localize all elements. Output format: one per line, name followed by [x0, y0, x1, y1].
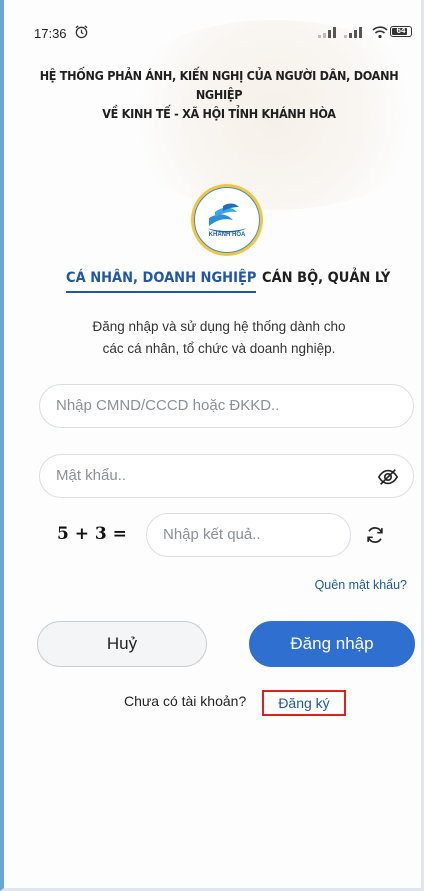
description-line-2: các cá nhân, tổ chức và doanh nghiệp.	[102, 341, 336, 356]
password-field[interactable]: Mật khẩu..	[39, 454, 414, 498]
cancel-button[interactable]: Huỷ	[37, 621, 207, 667]
app-screen: 17:36 64 HỆ THỐNG PHẢN ÁNH, KIẾN NGHỊ CỦ…	[0, 0, 424, 891]
description-line-1: Đăng nhập và sử dụng hệ thống dành cho	[92, 319, 346, 334]
forgot-password-link[interactable]: Quên mật khẩu?	[315, 578, 407, 592]
signup-link[interactable]: Đăng ký	[262, 690, 346, 716]
battery-level: 64	[396, 26, 406, 35]
app-logo: KHÁNH HÒA	[191, 184, 263, 256]
page-title: HỆ THỐNG PHẢN ÁNH, KIẾN NGHỊ CỦA NGƯỜI D…	[30, 66, 408, 123]
logo-swallows-icon	[207, 203, 247, 233]
logo-text: KHÁNH HÒA	[208, 232, 246, 238]
refresh-captcha-icon[interactable]	[364, 524, 386, 546]
status-time: 17:36	[34, 26, 67, 41]
title-line-2: VỀ KINH TẾ - XÃ HỘI TỈNH KHÁNH HÒA	[102, 106, 336, 121]
wifi-icon	[372, 26, 388, 39]
title-line-1: HỆ THỐNG PHẢN ÁNH, KIẾN NGHỊ CỦA NGƯỜI D…	[39, 68, 399, 102]
id-number-field[interactable]: Nhập CMND/CCCD hoặc ĐKKD..	[39, 384, 414, 428]
signal-icon	[318, 27, 336, 38]
captcha-question: 5 + 3 =	[57, 524, 127, 544]
login-description: Đăng nhập và sử dụng hệ thống dành cho c…	[34, 316, 404, 360]
password-placeholder: Mật khẩu..	[56, 467, 127, 484]
alarm-icon	[75, 25, 88, 39]
tab-official-manager[interactable]: CÁN BỘ, QUẢN LÝ	[262, 270, 390, 286]
battery-icon: 64	[390, 26, 412, 37]
captcha-answer-field[interactable]: Nhập kết quả..	[146, 513, 351, 557]
status-bar: 17:36 64	[4, 0, 421, 52]
signup-question: Chưa có tài khoản?	[124, 693, 247, 709]
login-button[interactable]: Đăng nhập	[249, 621, 415, 667]
eye-off-icon[interactable]	[377, 466, 399, 488]
captcha-answer-placeholder: Nhập kết quả..	[163, 526, 261, 543]
id-number-placeholder: Nhập CMND/CCCD hoặc ĐKKD..	[56, 397, 280, 414]
login-type-tabs: CÁ NHÂN, DOANH NGHIỆP CÁN BỘ, QUẢN LÝ	[4, 270, 421, 300]
signal-icon	[344, 27, 362, 38]
tab-individual-business[interactable]: CÁ NHÂN, DOANH NGHIỆP	[66, 270, 257, 293]
